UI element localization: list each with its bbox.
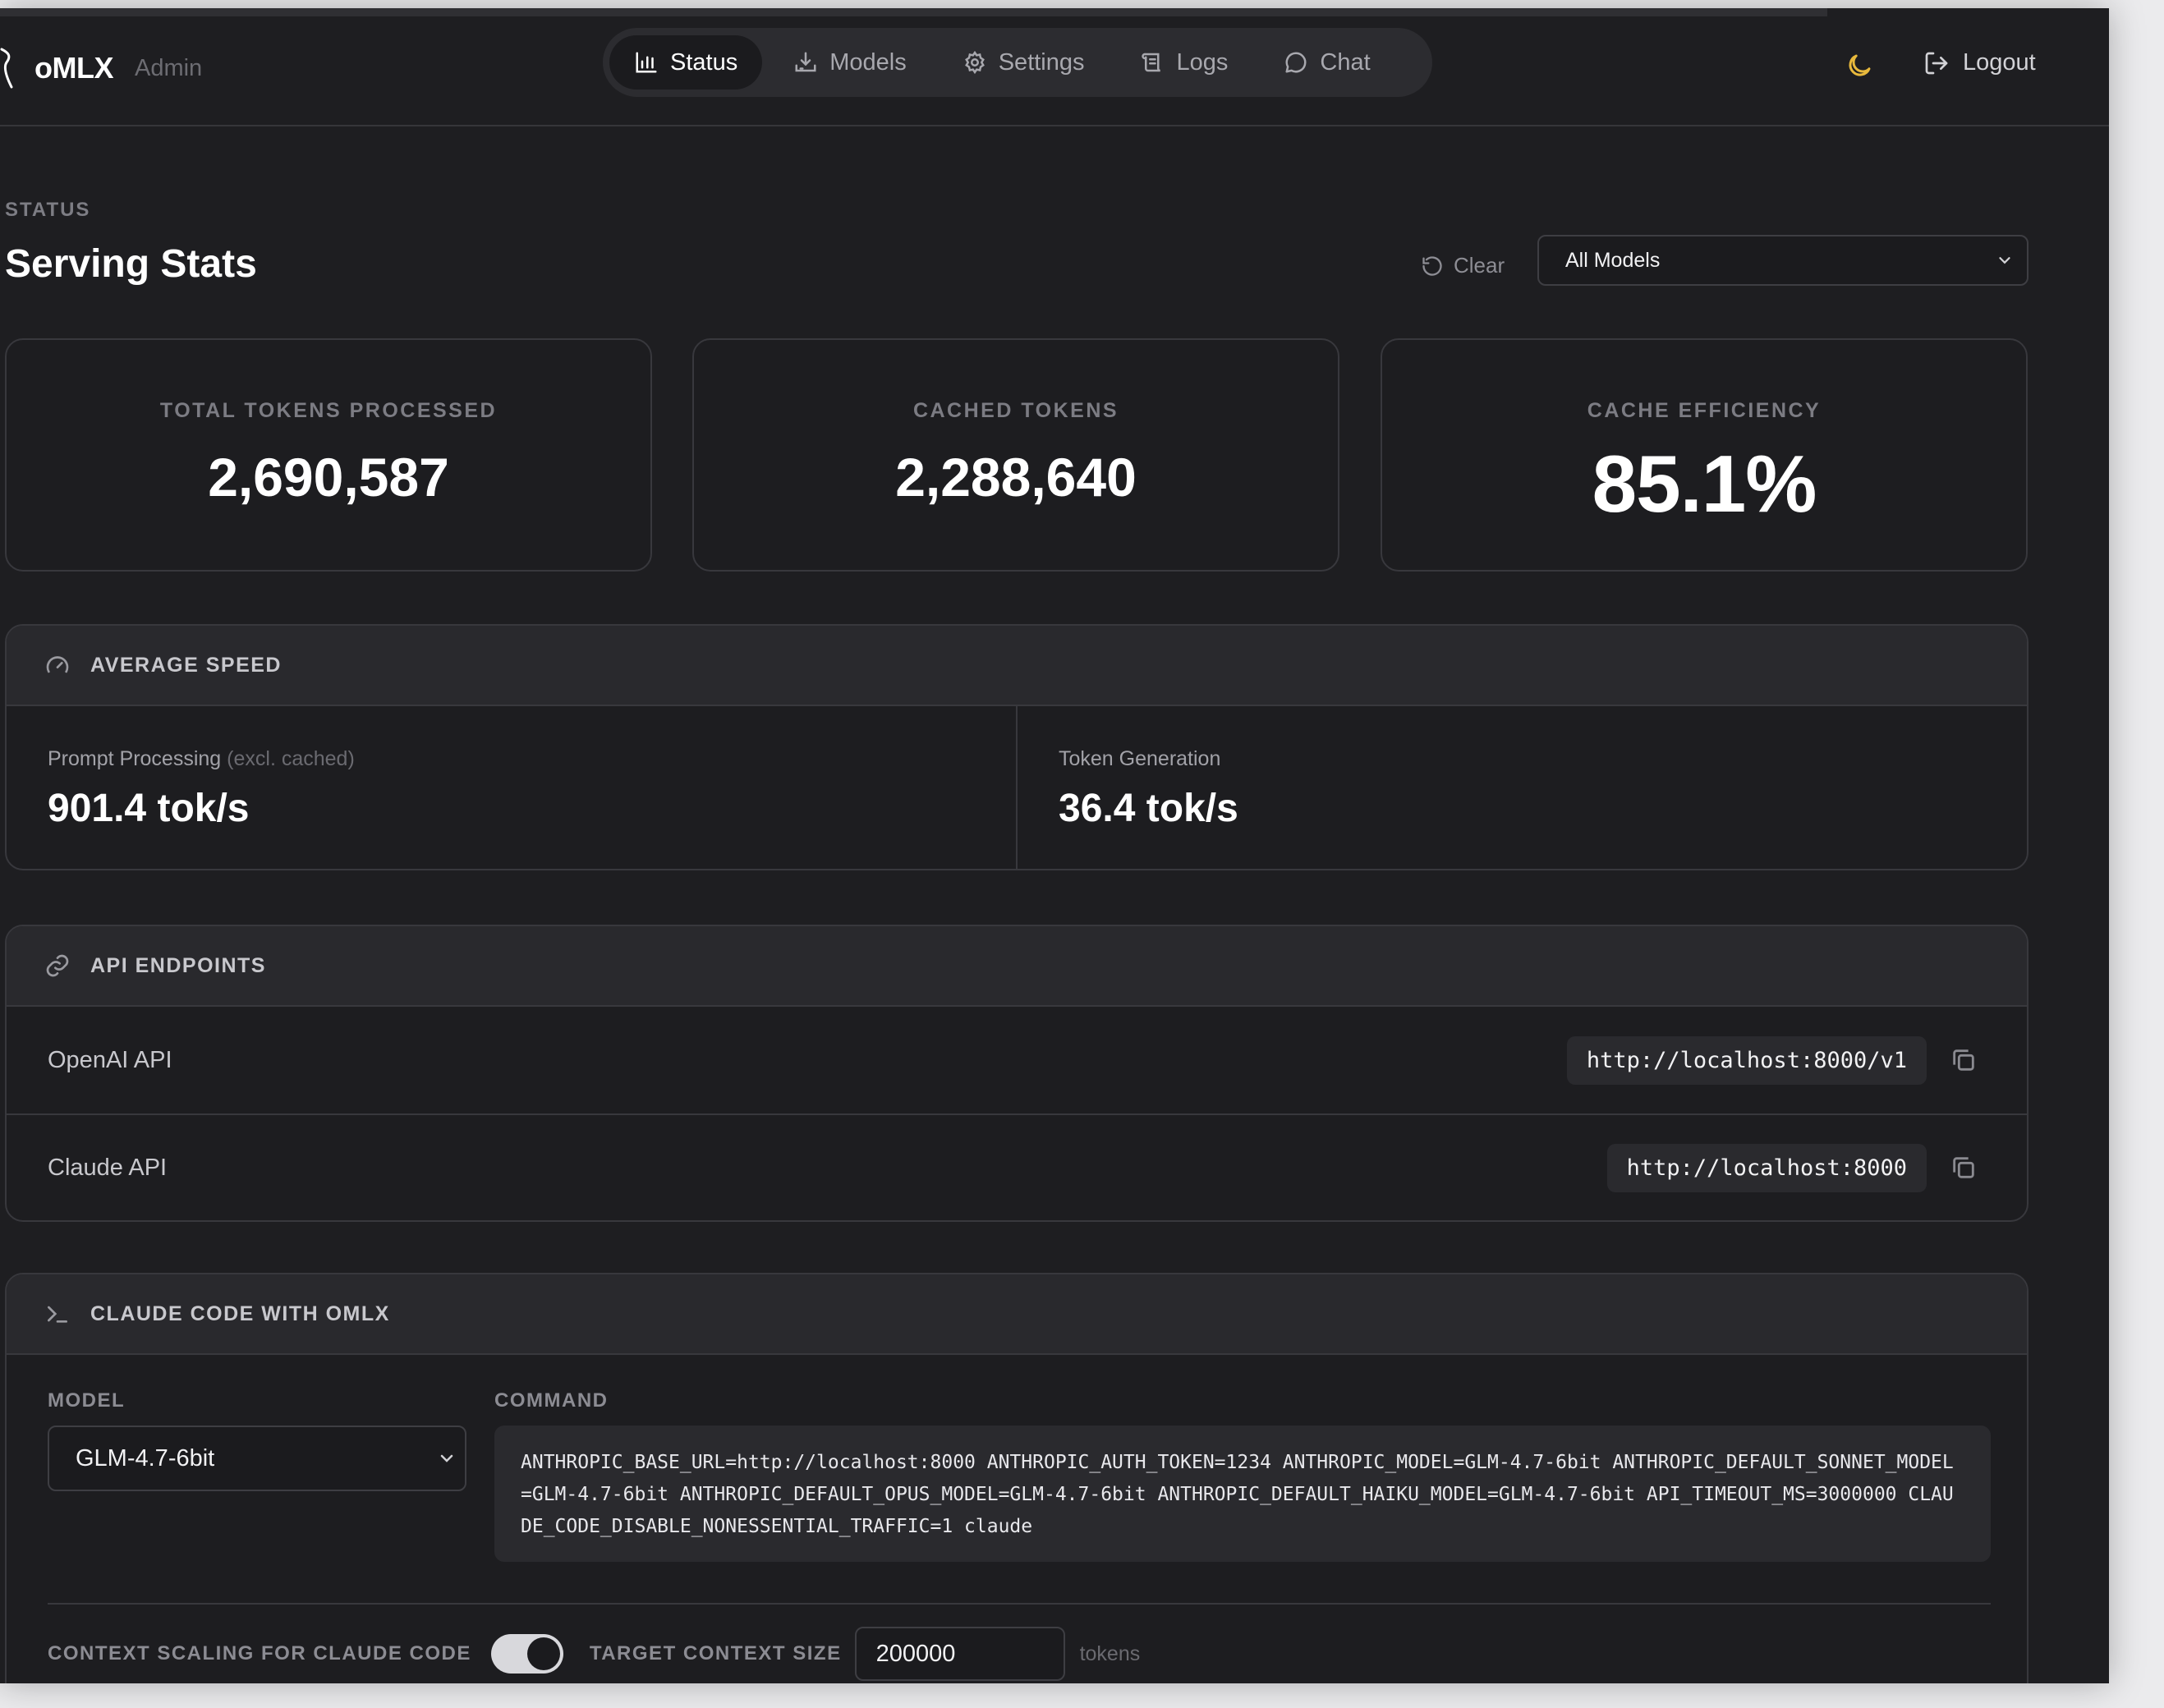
clear-label: Clear — [1454, 253, 1505, 278]
chevron-down-icon — [440, 1454, 453, 1462]
logout-label: Logout — [1963, 49, 2036, 76]
stat-value: 2,690,587 — [208, 447, 449, 507]
endpoint-row-openai: OpenAI API http://localhost:8000/v1 — [7, 1007, 2027, 1113]
context-scaling-label: CONTEXT SCALING FOR CLAUDE CODE — [48, 1642, 471, 1664]
gear-icon — [964, 50, 985, 75]
stat-label: CACHE EFFICIENCY — [1587, 399, 1822, 422]
brand[interactable]: oMLX Admin — [0, 44, 202, 92]
model-label: MODEL — [48, 1389, 126, 1412]
page-title: Serving Stats — [5, 242, 257, 286]
prompt-processing-label: Prompt Processing (excl. cached) — [48, 747, 1016, 771]
panel-title: AVERAGE SPEED — [90, 653, 282, 677]
main-nav: Status Models Settings Logs Chat — [603, 28, 1432, 97]
panel-title: API ENDPOINTS — [90, 953, 266, 977]
average-speed-panel: AVERAGE SPEED Prompt Processing (excl. c… — [5, 624, 2028, 870]
download-icon — [795, 52, 816, 72]
tab-chat[interactable]: Chat — [1259, 35, 1394, 90]
panel-header: CLAUDE CODE WITH OMLX — [7, 1274, 2027, 1355]
command-box[interactable]: ANTHROPIC_BASE_URL=http://localhost:8000… — [494, 1426, 1991, 1562]
chevron-down-icon — [1999, 257, 2010, 264]
page-eyebrow: STATUS — [5, 199, 91, 221]
gauge-icon — [46, 656, 69, 673]
copy-icon[interactable] — [1950, 1154, 1978, 1182]
tab-chat-label: Chat — [1320, 48, 1371, 76]
panel-header: AVERAGE SPEED — [7, 626, 2027, 706]
prompt-label-note: (excl. cached) — [227, 747, 355, 770]
token-generation-label: Token Generation — [1059, 747, 1221, 770]
link-icon — [46, 954, 69, 977]
stat-label: TOTAL TOKENS PROCESSED — [159, 399, 498, 422]
panel-header: API ENDPOINTS — [7, 926, 2027, 1007]
claude-code-body: MODEL COMMAND GLM-4.7-6bit ANTHROPIC_BAS… — [7, 1355, 2027, 1683]
api-endpoints-panel: API ENDPOINTS OpenAI API http://localhos… — [5, 925, 2028, 1222]
brand-name: oMLX — [34, 51, 113, 85]
toggle-knob — [526, 1637, 560, 1670]
tab-models-label: Models — [829, 48, 907, 76]
model-filter-select[interactable]: All Models — [1537, 235, 2028, 286]
endpoint-url[interactable]: http://localhost:8000 — [1606, 1143, 1927, 1192]
claude-model-select[interactable]: GLM-4.7-6bit — [48, 1426, 466, 1491]
brand-subtitle: Admin — [134, 54, 203, 81]
logout-icon — [1925, 52, 1948, 74]
stat-card-cache-efficiency: CACHE EFFICIENCY 85.1% — [1381, 338, 2028, 572]
target-context-label: TARGET CONTEXT SIZE — [589, 1642, 842, 1664]
tab-status-label: Status — [670, 48, 738, 76]
chat-bubble-icon — [1285, 52, 1307, 73]
moon-icon[interactable] — [1845, 51, 1874, 80]
command-label: COMMAND — [494, 1389, 609, 1412]
target-context-input[interactable]: 200000 — [854, 1627, 1065, 1681]
clear-button[interactable]: Clear — [1421, 253, 1505, 278]
tab-models[interactable]: Models — [769, 35, 931, 90]
divider — [48, 1603, 1991, 1605]
app-window: oMLX Admin Status Models Settings Logs C… — [0, 8, 2109, 1683]
endpoint-label: OpenAI API — [48, 1046, 172, 1073]
target-context-unit: tokens — [1079, 1641, 1141, 1665]
token-generation-cell: Token Generation 36.4 tok/s — [1016, 706, 2027, 869]
tab-settings-label: Settings — [998, 48, 1085, 76]
tab-status[interactable]: Status — [609, 35, 763, 90]
stat-card-total-tokens: TOTAL TOKENS PROCESSED 2,690,587 — [5, 338, 652, 572]
claude-model-value: GLM-4.7-6bit — [76, 1444, 215, 1472]
logout-button[interactable]: Logout — [1923, 49, 2036, 76]
terminal-icon — [48, 1306, 67, 1323]
scroll-icon — [1141, 53, 1160, 72]
reset-icon — [1422, 255, 1442, 276]
copy-icon[interactable] — [1950, 1046, 1978, 1074]
token-generation-value: 36.4 tok/s — [1059, 787, 1238, 830]
prompt-label-text: Prompt Processing — [48, 747, 222, 770]
claude-code-panel: CLAUDE CODE WITH OMLX MODEL COMMAND GLM-… — [5, 1273, 2028, 1683]
tab-logs[interactable]: Logs — [1116, 35, 1253, 90]
stat-label: CACHED TOKENS — [912, 399, 1119, 422]
top-header: oMLX Admin Status Models Settings Logs C… — [0, 8, 2109, 126]
bar-chart-icon — [636, 52, 657, 73]
context-scaling-row: CONTEXT SCALING FOR CLAUDE CODE TARGET C… — [48, 1626, 1140, 1682]
endpoint-label: Claude API — [48, 1154, 168, 1181]
model-filter-value: All Models — [1565, 248, 1661, 272]
panel-title: CLAUDE CODE WITH OMLX — [90, 1302, 390, 1325]
tab-logs-label: Logs — [1176, 48, 1229, 76]
tab-settings[interactable]: Settings — [938, 35, 1110, 90]
stat-card-cached-tokens: CACHED TOKENS 2,288,640 — [692, 338, 1339, 572]
endpoint-row-claude: Claude API http://localhost:8000 — [7, 1113, 2027, 1220]
prompt-processing-cell: Prompt Processing (excl. cached) 901.4 t… — [7, 706, 1016, 869]
omlx-logo-icon — [0, 48, 13, 89]
context-scaling-toggle[interactable] — [490, 1634, 563, 1674]
prompt-processing-value: 901.4 tok/s — [48, 787, 250, 830]
speed-row: Prompt Processing (excl. cached) 901.4 t… — [7, 706, 2027, 869]
endpoint-url[interactable]: http://localhost:8000/v1 — [1566, 1035, 1927, 1085]
stat-value: 85.1% — [1592, 438, 1817, 529]
stat-value: 2,288,640 — [895, 447, 1137, 507]
